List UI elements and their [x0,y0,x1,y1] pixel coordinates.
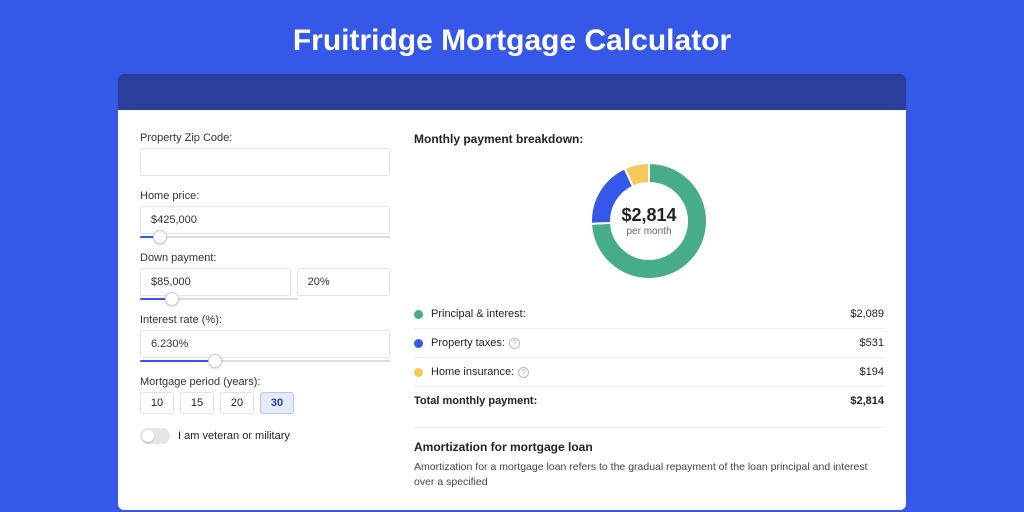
zip-field: Property Zip Code: [140,132,390,176]
amort-title: Amortization for mortgage loan [414,440,884,454]
interest-input[interactable] [140,330,390,358]
home-price-input[interactable] [140,206,390,234]
donut-total: $2,814 [621,205,676,226]
legend-label: Property taxes:? [431,337,860,349]
period-30[interactable]: 30 [260,392,294,414]
interest-field: Interest rate (%): [140,314,390,362]
interest-slider[interactable] [140,360,390,362]
down-payment-slider[interactable] [140,298,298,300]
calculator-card: Property Zip Code: Home price: Down paym… [118,110,906,510]
amortization-section: Amortization for mortgage loan Amortizat… [414,427,884,489]
donut-sub: per month [626,226,671,237]
home-price-field: Home price: [140,190,390,238]
info-icon[interactable]: ? [518,367,529,378]
page-title: Fruitridge Mortgage Calculator [0,0,1024,74]
down-payment-pct-input[interactable] [297,268,390,296]
down-payment-field: Down payment: [140,252,390,300]
legend-total: Total monthly payment:$2,814 [414,386,884,415]
zip-label: Property Zip Code: [140,132,390,144]
period-20[interactable]: 20 [220,392,254,414]
legend-value: $531 [860,337,884,349]
period-label: Mortgage period (years): [140,376,390,388]
info-icon[interactable]: ? [509,338,520,349]
amort-text: Amortization for a mortgage loan refers … [414,460,884,489]
donut-center: $2,814 per month [584,156,714,286]
home-price-label: Home price: [140,190,390,202]
legend-value: $194 [860,366,884,378]
period-10[interactable]: 10 [140,392,174,414]
veteran-toggle[interactable] [140,428,170,444]
legend-dot [414,310,423,319]
veteran-label: I am veteran or military [178,430,290,442]
legend-value: $2,089 [850,308,884,320]
total-label: Total monthly payment: [414,395,850,407]
zip-input[interactable] [140,148,390,176]
interest-label: Interest rate (%): [140,314,390,326]
legend-row: Home insurance:?$194 [414,357,884,386]
total-value: $2,814 [850,395,884,407]
form-panel: Property Zip Code: Home price: Down paym… [140,132,390,510]
breakdown-panel: Monthly payment breakdown: $2,814 per mo… [414,132,884,510]
legend-dot [414,368,423,377]
breakdown-heading: Monthly payment breakdown: [414,132,884,146]
legend-row: Principal & interest:$2,089 [414,300,884,328]
legend-label: Principal & interest: [431,308,850,320]
donut-chart: $2,814 per month [414,156,884,286]
down-payment-label: Down payment: [140,252,390,264]
legend-label: Home insurance:? [431,366,860,378]
down-payment-input[interactable] [140,268,291,296]
home-price-slider[interactable] [140,236,390,238]
period-field: Mortgage period (years): 10 15 20 30 [140,376,390,414]
legend-dot [414,339,423,348]
veteran-row: I am veteran or military [140,428,390,444]
period-15[interactable]: 15 [180,392,214,414]
legend-row: Property taxes:?$531 [414,328,884,357]
